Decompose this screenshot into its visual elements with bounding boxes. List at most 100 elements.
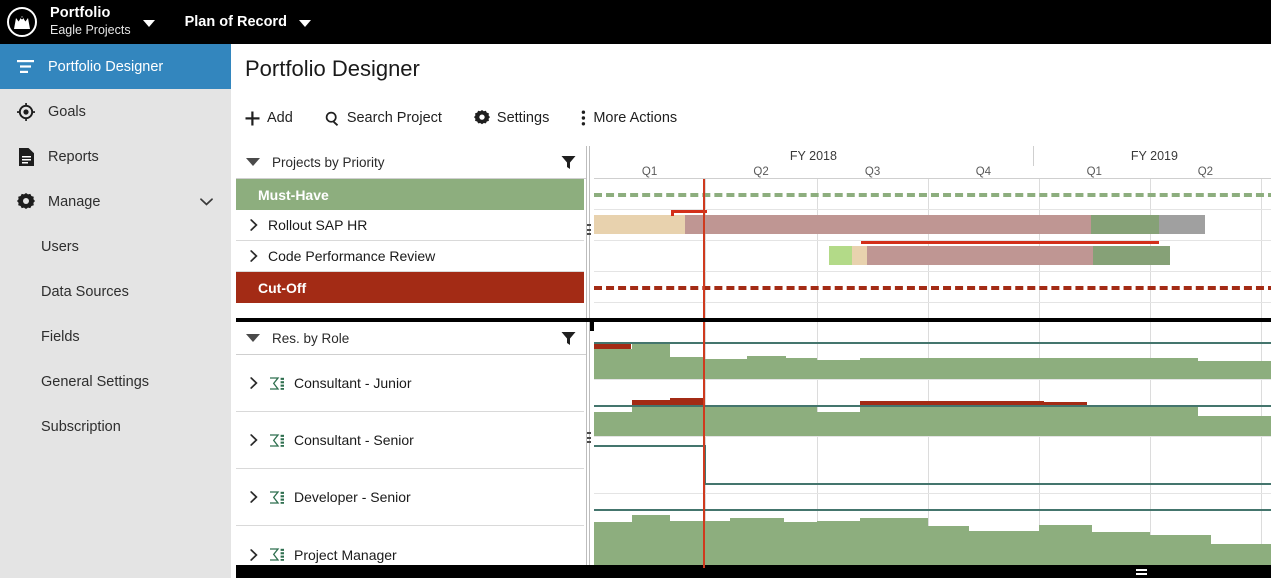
designer-lines-icon bbox=[11, 59, 41, 74]
chevron-right-icon[interactable] bbox=[246, 250, 262, 262]
histogram-bar[interactable] bbox=[1149, 535, 1212, 568]
overallocation-bar[interactable] bbox=[594, 344, 631, 349]
histogram-bar[interactable] bbox=[859, 358, 1198, 379]
histogram-bar[interactable] bbox=[670, 357, 706, 379]
histogram-bar[interactable] bbox=[705, 359, 748, 379]
projects-column-splitter[interactable] bbox=[586, 146, 591, 318]
histogram-bar[interactable] bbox=[928, 526, 970, 568]
chevron-down-icon[interactable] bbox=[142, 19, 155, 27]
gantt-segment-actual[interactable] bbox=[866, 246, 1094, 265]
gantt-segment-complete[interactable] bbox=[1093, 246, 1170, 265]
resource-row-developer-senior[interactable]: Developer - Senior bbox=[236, 469, 584, 526]
gridline bbox=[705, 179, 707, 318]
row-label: Consultant - Junior bbox=[294, 375, 412, 391]
projects-group-title: Projects by Priority bbox=[272, 154, 385, 170]
histogram-bar[interactable] bbox=[1091, 532, 1150, 568]
histogram-bar[interactable] bbox=[594, 349, 633, 379]
histogram-bar[interactable] bbox=[859, 518, 929, 568]
sidebar-item-manage[interactable]: Manage bbox=[0, 179, 231, 224]
portfolio-designer-app: Portfolio Eagle Projects Plan of Record … bbox=[0, 0, 1271, 578]
funnel-icon[interactable] bbox=[561, 155, 576, 175]
chevron-right-icon[interactable] bbox=[246, 491, 262, 503]
project-row-code-performance-review[interactable]: Code Performance Review bbox=[236, 241, 584, 272]
plan-of-record-selector[interactable]: Plan of Record bbox=[185, 0, 311, 44]
settings-button[interactable]: Settings bbox=[473, 100, 563, 136]
gantt-segment-baseline[interactable] bbox=[851, 246, 867, 265]
splitter-grip[interactable] bbox=[587, 224, 591, 235]
histogram-bar[interactable] bbox=[859, 406, 1198, 436]
capacity-line bbox=[594, 445, 706, 447]
splitter-grip[interactable] bbox=[587, 432, 591, 443]
gridline bbox=[594, 379, 1271, 380]
chevron-right-icon[interactable] bbox=[246, 548, 262, 561]
funnel-icon[interactable] bbox=[561, 331, 576, 351]
more-actions-button[interactable]: More Actions bbox=[581, 100, 691, 136]
histogram-bar[interactable] bbox=[1197, 361, 1271, 379]
add-button[interactable]: Add bbox=[245, 100, 307, 136]
capacity-line bbox=[594, 342, 1271, 344]
app-logo[interactable] bbox=[0, 0, 44, 44]
histogram-bar[interactable] bbox=[594, 412, 633, 436]
gantt-segment-complete[interactable] bbox=[1091, 215, 1159, 234]
histogram-bar[interactable] bbox=[817, 412, 860, 436]
gantt-overline bbox=[861, 241, 1159, 244]
resource-row-consultant-senior[interactable]: Consultant - Senior bbox=[236, 412, 584, 469]
resource-row-consultant-junior[interactable]: Consultant - Junior bbox=[236, 355, 584, 412]
fiscal-year-label: FY 2018 bbox=[594, 146, 1034, 166]
histogram-bar[interactable] bbox=[632, 406, 817, 436]
sidebar-item-subscription[interactable]: Subscription bbox=[0, 404, 231, 449]
histogram-bar[interactable] bbox=[1197, 416, 1271, 436]
brand-selector[interactable]: Portfolio Eagle Projects bbox=[50, 0, 155, 44]
project-band-must-have[interactable]: Must-Have bbox=[236, 179, 584, 210]
caret-down-icon[interactable] bbox=[246, 158, 260, 166]
projects-group-header[interactable]: Projects by Priority bbox=[236, 146, 586, 179]
gantt-segment-remaining[interactable] bbox=[1158, 215, 1206, 234]
sidebar-item-goals[interactable]: Goals bbox=[0, 89, 231, 134]
row-label: Rollout SAP HR bbox=[268, 217, 368, 233]
gantt-segment-baseline[interactable] bbox=[594, 215, 685, 234]
search-project-button[interactable]: Search Project bbox=[325, 100, 456, 136]
gridline bbox=[1260, 322, 1262, 568]
histogram-bar[interactable] bbox=[1038, 525, 1092, 568]
histogram-bar[interactable] bbox=[632, 515, 671, 568]
gantt-segment-actual[interactable] bbox=[684, 215, 1092, 234]
sidebar-item-general-settings[interactable]: General Settings bbox=[0, 359, 231, 404]
sidebar-item-fields[interactable]: Fields bbox=[0, 314, 231, 359]
resources-group-header[interactable]: Res. by Role bbox=[236, 322, 586, 355]
histogram-bar[interactable] bbox=[747, 356, 787, 379]
resources-column-splitter[interactable] bbox=[586, 322, 591, 578]
caret-down-icon[interactable] bbox=[246, 334, 260, 342]
capacity-line bbox=[594, 405, 1271, 407]
chevron-right-icon[interactable] bbox=[246, 219, 262, 231]
quarter-label: Q2 bbox=[1197, 166, 1214, 178]
chevron-right-icon[interactable] bbox=[246, 434, 262, 446]
sidebar-item-reports[interactable]: Reports bbox=[0, 134, 231, 179]
histogram-bar[interactable] bbox=[632, 344, 671, 379]
cut-off-dashed-band bbox=[594, 286, 1271, 290]
row-label: Must-Have bbox=[258, 186, 329, 203]
project-row-rollout-sap-hr[interactable]: Rollout SAP HR bbox=[236, 210, 584, 241]
splitter-grip[interactable] bbox=[1136, 569, 1147, 575]
sidebar-item-data-sources[interactable]: Data Sources bbox=[0, 269, 231, 314]
sidebar-sub-label: Users bbox=[41, 238, 79, 255]
page-title: Portfolio Designer bbox=[245, 56, 420, 81]
chevron-right-icon[interactable] bbox=[246, 377, 262, 389]
histogram-bar[interactable] bbox=[969, 531, 1039, 568]
sidebar-item-portfolio-designer[interactable]: Portfolio Designer bbox=[0, 44, 231, 89]
gantt-segment-planned[interactable] bbox=[828, 246, 852, 265]
sidebar-item-users[interactable]: Users bbox=[0, 224, 231, 269]
brand-subtitle: Eagle Projects bbox=[50, 23, 131, 38]
histogram-bar[interactable] bbox=[594, 522, 633, 568]
histogram-bar[interactable] bbox=[670, 521, 731, 568]
histogram-bar[interactable] bbox=[783, 522, 817, 568]
chevron-down-icon[interactable] bbox=[298, 19, 311, 27]
histogram-bar[interactable] bbox=[786, 358, 817, 379]
chevron-down-icon[interactable] bbox=[200, 197, 213, 206]
histogram-bar[interactable] bbox=[817, 521, 860, 568]
sigma-resource-icon bbox=[266, 376, 288, 390]
row-label: Cut-Off bbox=[258, 279, 307, 296]
histogram-bar[interactable] bbox=[730, 518, 784, 568]
pane-splitter-bottom[interactable] bbox=[236, 565, 1271, 578]
histogram-bar[interactable] bbox=[817, 360, 860, 379]
project-band-cut-off[interactable]: Cut-Off bbox=[236, 272, 584, 303]
